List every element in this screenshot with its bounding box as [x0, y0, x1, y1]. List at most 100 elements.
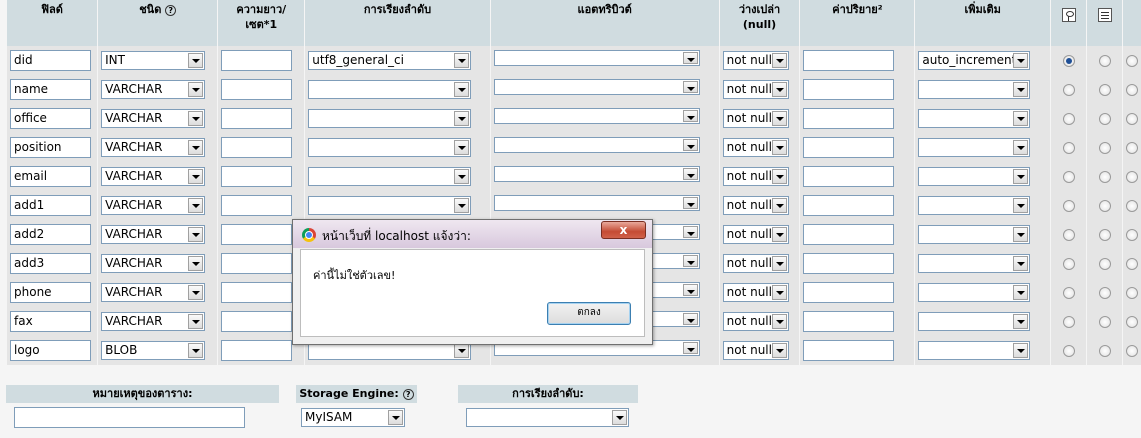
type-select[interactable]: VARCHAR [101, 80, 206, 99]
primary-key-icon[interactable] [1061, 8, 1076, 22]
field-name-input[interactable]: name [10, 79, 91, 100]
null-select[interactable]: not null [722, 196, 789, 215]
chevron-down-icon[interactable] [388, 410, 403, 425]
type-select[interactable]: VARCHAR [101, 196, 206, 215]
extra-select[interactable] [918, 196, 1031, 215]
null-select[interactable]: not null [722, 109, 789, 128]
collation-select[interactable] [308, 80, 472, 99]
length-input[interactable] [221, 50, 293, 71]
extra-select[interactable] [918, 138, 1031, 157]
chevron-down-icon[interactable] [771, 227, 787, 242]
primary-radio[interactable] [1062, 228, 1075, 241]
primary-radio[interactable] [1062, 112, 1075, 125]
default-input[interactable] [803, 282, 895, 303]
chevron-down-icon[interactable] [188, 140, 204, 155]
chevron-down-icon[interactable] [682, 255, 698, 267]
type-select[interactable]: BLOB [101, 341, 206, 360]
chevron-down-icon[interactable] [454, 82, 470, 97]
attributes-select[interactable] [493, 79, 700, 95]
attributes-select[interactable] [493, 195, 700, 211]
type-select[interactable]: VARCHAR [101, 312, 206, 331]
primary-radio[interactable] [1062, 344, 1075, 357]
primary-radio[interactable] [1062, 315, 1075, 328]
chevron-down-icon[interactable] [1013, 198, 1029, 213]
chevron-down-icon[interactable] [188, 169, 204, 184]
index-radio[interactable] [1098, 286, 1111, 299]
unique-radio[interactable] [1126, 199, 1139, 212]
primary-radio[interactable] [1062, 257, 1075, 270]
chevron-down-icon[interactable] [771, 169, 787, 184]
chevron-down-icon[interactable] [771, 314, 787, 329]
chevron-down-icon[interactable] [1013, 227, 1029, 242]
default-input[interactable] [803, 224, 895, 245]
type-select[interactable]: VARCHAR [101, 109, 206, 128]
index-radio[interactable] [1098, 199, 1111, 212]
chevron-down-icon[interactable] [682, 313, 698, 325]
null-select[interactable]: not null [722, 80, 789, 99]
collation-select[interactable] [308, 138, 472, 157]
chevron-down-icon[interactable] [454, 111, 470, 126]
chevron-down-icon[interactable] [682, 197, 698, 209]
index-radio[interactable] [1098, 170, 1111, 183]
length-input[interactable] [221, 253, 293, 274]
length-input[interactable] [221, 137, 293, 158]
primary-radio[interactable] [1062, 54, 1075, 67]
null-select[interactable]: not null [722, 51, 789, 70]
null-select[interactable]: not null [722, 138, 789, 157]
chevron-down-icon[interactable] [188, 227, 204, 242]
chevron-down-icon[interactable] [682, 110, 698, 122]
index-radio[interactable] [1098, 344, 1111, 357]
chevron-down-icon[interactable] [771, 140, 787, 155]
table-comment-input[interactable] [14, 407, 245, 428]
chevron-down-icon[interactable] [1013, 82, 1029, 97]
chevron-down-icon[interactable] [188, 198, 204, 213]
chevron-down-icon[interactable] [188, 53, 204, 68]
chevron-down-icon[interactable] [1013, 314, 1029, 329]
ok-button[interactable]: ตกลง [547, 302, 631, 325]
default-input[interactable] [803, 108, 895, 129]
field-name-input[interactable]: add2 [10, 224, 91, 245]
chevron-down-icon[interactable] [188, 111, 204, 126]
field-name-input[interactable]: fax [10, 311, 91, 332]
field-name-input[interactable]: add1 [10, 195, 91, 216]
length-input[interactable] [221, 108, 293, 129]
default-input[interactable] [803, 166, 895, 187]
primary-radio[interactable] [1062, 286, 1075, 299]
primary-radio[interactable] [1062, 170, 1075, 183]
length-input[interactable] [221, 224, 293, 245]
attributes-select[interactable] [493, 137, 700, 153]
null-select[interactable]: not null [722, 312, 789, 331]
type-select[interactable]: VARCHAR [101, 138, 206, 157]
chevron-down-icon[interactable] [771, 198, 787, 213]
help-icon[interactable]: ? [402, 388, 414, 400]
unique-radio[interactable] [1126, 112, 1139, 125]
type-select[interactable]: VARCHAR [101, 167, 206, 186]
unique-radio[interactable] [1126, 344, 1139, 357]
null-select[interactable]: not null [722, 225, 789, 244]
extra-select[interactable] [918, 109, 1031, 128]
type-select[interactable]: VARCHAR [101, 225, 206, 244]
index-radio[interactable] [1098, 54, 1111, 67]
length-input[interactable] [221, 340, 293, 361]
chevron-down-icon[interactable] [1013, 53, 1029, 68]
chevron-down-icon[interactable] [771, 53, 787, 68]
primary-radio[interactable] [1062, 141, 1075, 154]
unique-radio[interactable] [1126, 54, 1139, 67]
chevron-down-icon[interactable] [612, 410, 627, 425]
collation-select[interactable] [308, 109, 472, 128]
type-select[interactable]: VARCHAR [101, 283, 206, 302]
header-index[interactable] [1087, 0, 1123, 46]
length-input[interactable] [221, 282, 293, 303]
unique-radio[interactable] [1126, 83, 1139, 96]
chevron-down-icon[interactable] [682, 81, 698, 93]
type-select[interactable]: INT [101, 51, 206, 70]
default-input[interactable] [803, 137, 895, 158]
unique-radio[interactable] [1126, 286, 1139, 299]
collation-select[interactable] [308, 167, 472, 186]
null-select[interactable]: not null [722, 283, 789, 302]
default-input[interactable] [803, 79, 895, 100]
chevron-down-icon[interactable] [682, 139, 698, 151]
unique-radio[interactable] [1126, 315, 1139, 328]
extra-select[interactable]: auto_increment [918, 51, 1031, 70]
field-name-input[interactable]: add3 [10, 253, 91, 274]
